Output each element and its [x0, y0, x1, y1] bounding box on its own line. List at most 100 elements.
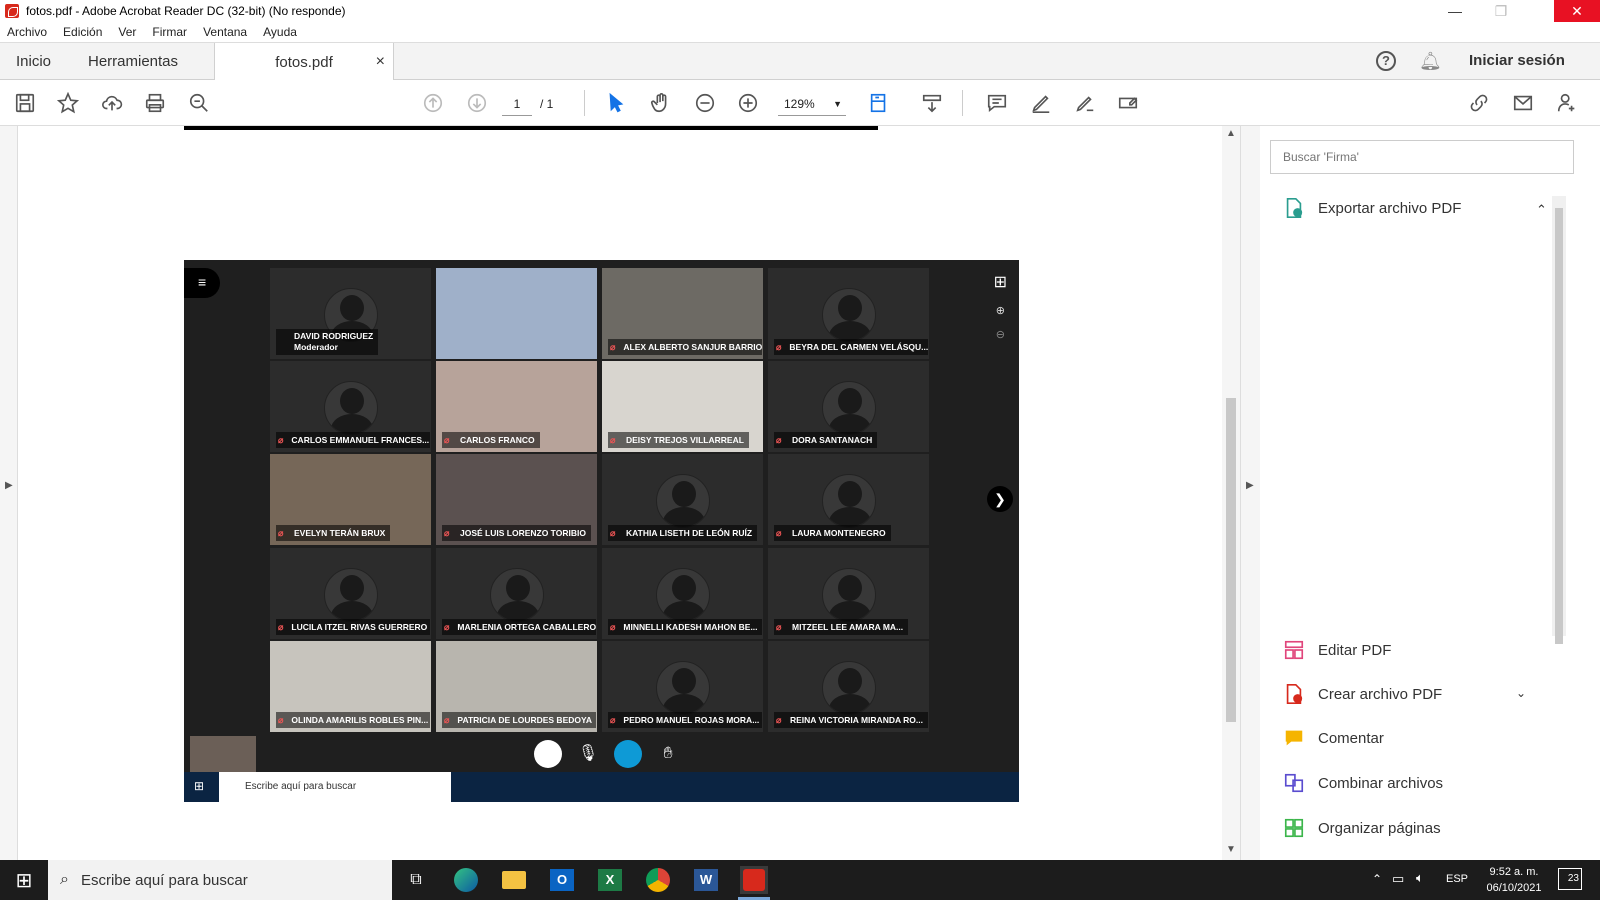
scroll-thumb[interactable]	[1226, 398, 1236, 722]
tray-chevron-icon[interactable]: ⌃	[1372, 872, 1382, 886]
muted-mic-icon: ⌀	[610, 528, 616, 538]
chevron-down-icon[interactable]: ⌄	[1516, 686, 1526, 700]
fit-page-icon[interactable]	[866, 90, 892, 116]
create-pdf-item[interactable]: Crear archivo PDF	[1282, 682, 1442, 706]
tab-bar: Inicio Herramientas fotos.pdf × ? 🔔︎ Ini…	[0, 42, 1600, 81]
page-separator-line	[184, 126, 878, 130]
menu-ver[interactable]: Ver	[118, 25, 136, 39]
help-icon[interactable]: ?	[1376, 51, 1396, 71]
zoom-level-select[interactable]: 129% ▼	[778, 92, 846, 116]
participant-name: ⌀ ALEX ALBERTO SANJUR BARRIOS	[608, 339, 762, 355]
start-windows-icon[interactable]: ⊞	[10, 866, 38, 894]
tab-document[interactable]: fotos.pdf ×	[214, 43, 394, 81]
menu-ayuda[interactable]: Ayuda	[263, 25, 297, 39]
chevron-down-icon: ▼	[833, 99, 842, 109]
sign-icon[interactable]	[1072, 90, 1098, 116]
taskbar-search-box[interactable]: ⌕ Escribe aquí para buscar	[48, 860, 392, 900]
edit-pdf-item[interactable]: Editar PDF	[1282, 638, 1391, 662]
zoom-out-icon[interactable]	[692, 90, 718, 116]
document-scrollbar[interactable]: ▲ ▼	[1222, 126, 1240, 860]
menu-edicion[interactable]: Edición	[63, 25, 102, 39]
tools-scroll-thumb[interactable]	[1555, 208, 1563, 644]
close-button[interactable]: ✕	[1554, 0, 1600, 22]
chrome-icon[interactable]	[644, 866, 672, 894]
scroll-up-icon[interactable]: ▲	[1226, 128, 1236, 139]
menu-archivo[interactable]: Archivo	[7, 25, 47, 39]
participant-name: ⌀ KATHIA LISETH DE LEÓN RUÍZ	[608, 525, 758, 541]
muted-mic-icon: ⌀	[444, 435, 450, 445]
comment-tool-icon	[1282, 726, 1306, 750]
page-number-input[interactable]: 1	[502, 92, 532, 116]
star-icon[interactable]	[55, 90, 81, 116]
excel-icon[interactable]: X	[596, 866, 624, 894]
print-icon[interactable]	[142, 90, 168, 116]
participant-name: ⌀ MARLENIA ORTEGA CABALLERO	[442, 619, 596, 635]
add-user-icon[interactable]	[1554, 90, 1580, 116]
maximize-button[interactable]: ❐	[1478, 0, 1524, 22]
menu-ventana[interactable]: Ventana	[203, 25, 247, 39]
scroll-down-icon[interactable]: ▼	[1226, 844, 1236, 855]
meeting-screenshot: ≡ ⊞ ⊕ ⊖ ❯ DAVID RODRIGUEZ Moderador ⌀ ALEX …	[184, 260, 1019, 802]
right-panel-toggle[interactable]: ▶	[1240, 126, 1260, 860]
fill-sign-icon[interactable]	[1115, 90, 1141, 116]
file-explorer-icon[interactable]	[500, 866, 528, 894]
signin-button[interactable]: Iniciar sesión	[1469, 52, 1565, 69]
organize-pages-item[interactable]: Organizar páginas	[1282, 816, 1441, 840]
menu-firmar[interactable]: Firmar	[152, 25, 187, 39]
window-title: fotos.pdf - Adobe Acrobat Reader DC (32-…	[26, 4, 346, 18]
share-link-icon[interactable]	[1466, 90, 1492, 116]
scroll-mode-icon[interactable]	[919, 90, 945, 116]
word-icon[interactable]: W	[692, 866, 720, 894]
language-indicator[interactable]: ESP	[1446, 873, 1468, 885]
highlight-pen-icon[interactable]	[1028, 90, 1054, 116]
participant-name-text: REINA VICTORIA MIRANDA RO...	[789, 715, 923, 725]
participant-tile: ⌀ LUCILA ITZEL RIVAS GUERRERO	[270, 548, 431, 639]
next-page-icon[interactable]	[464, 90, 490, 116]
tab-herramientas[interactable]: Herramientas	[88, 43, 178, 80]
document-area: ▶ ▲ ▼ ▶ ≡ ⊞ ⊕ ⊖ ❯ DAVID RODRIGUEZ Moderad…	[0, 126, 1260, 860]
avatar	[821, 568, 876, 622]
tools-search-input[interactable]	[1270, 140, 1574, 174]
taskbar-search-label: Escribe aquí para buscar	[80, 871, 248, 889]
participant-name: ⌀ CARLOS FRANCO	[442, 432, 540, 448]
prev-page-icon[interactable]	[420, 90, 446, 116]
edge-icon[interactable]	[452, 866, 480, 894]
tab-inicio[interactable]: Inicio	[16, 43, 51, 80]
meeting-user-icon	[534, 740, 562, 768]
left-panel-toggle[interactable]: ▶	[0, 126, 18, 860]
email-icon[interactable]	[1510, 90, 1536, 116]
participant-name-text: ALEX ALBERTO SANJUR BARRIOS	[623, 342, 762, 352]
combine-files-item[interactable]: Combinar archivos	[1282, 771, 1443, 795]
inner-search-label: Escribe aquí para buscar	[245, 781, 357, 792]
zoom-in-icon[interactable]	[735, 90, 761, 116]
tools-scrollbar[interactable]	[1552, 196, 1566, 644]
participant-name: ⌀ DORA SANTANACH	[774, 432, 878, 448]
participant-tile: ⌀ DEISY TREJOS VILLARREAL	[602, 361, 763, 452]
select-cursor-icon[interactable]	[603, 90, 629, 116]
network-icon[interactable]: ▭	[1392, 871, 1404, 887]
participant-tile: ⌀ EVELYN TERÁN BRUX	[270, 454, 431, 545]
minimize-button[interactable]: —	[1432, 0, 1478, 22]
acrobat-taskbar-icon[interactable]	[740, 866, 768, 894]
clock[interactable]: 9:52 a. m. 06/10/2021	[1480, 864, 1548, 896]
comment-icon[interactable]	[984, 90, 1010, 116]
cloud-upload-icon[interactable]	[99, 90, 125, 116]
avatar	[655, 661, 710, 715]
next-page-arrow-icon: ❯	[987, 486, 1013, 512]
action-center-icon[interactable]: 23	[1558, 868, 1582, 890]
hamburger-icon: ≡	[198, 274, 207, 290]
export-pdf-item[interactable]: Exportar archivo PDF	[1282, 196, 1461, 220]
task-view-icon[interactable]: ⧉	[402, 866, 430, 894]
comment-item[interactable]: Comentar	[1282, 726, 1384, 750]
hand-tool-icon[interactable]	[648, 90, 674, 116]
outlook-icon[interactable]: O	[548, 866, 576, 894]
bell-icon[interactable]: 🔔︎	[1419, 51, 1442, 72]
chevron-up-icon[interactable]: ⌃	[1536, 202, 1547, 218]
zoom-search-icon[interactable]	[186, 90, 212, 116]
volume-icon[interactable]: 🔈︎	[1416, 870, 1424, 886]
save-icon[interactable]	[12, 90, 38, 116]
raise-hand-icon: ✋︎	[663, 745, 673, 762]
acrobat-window: fotos.pdf - Adobe Acrobat Reader DC (32-…	[0, 0, 1600, 900]
participant-tile: ⌀ CARLOS EMMANUEL FRANCES...	[270, 361, 431, 452]
tab-close-icon[interactable]: ×	[376, 53, 385, 71]
